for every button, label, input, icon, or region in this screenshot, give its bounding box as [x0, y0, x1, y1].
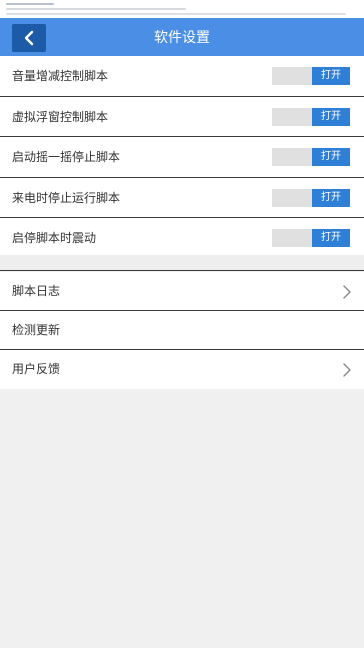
- setting-row-shake-stop: 启动摇一摇停止脚本 打开: [0, 137, 364, 178]
- toggle-switch[interactable]: 打开: [272, 188, 350, 207]
- chevron-right-icon: [343, 363, 351, 377]
- setting-label: 音量增减控制脚本: [12, 69, 109, 83]
- app-header: 软件设置: [0, 20, 364, 56]
- menu-item-script-log[interactable]: 脚本日志: [0, 272, 364, 311]
- setting-row-floating-window: 虚拟浮窗控制脚本 打开: [0, 97, 364, 138]
- setting-label: 启停脚本时震动: [12, 231, 97, 246]
- setting-row-vibrate: 启停脚本时震动 打开: [0, 218, 364, 259]
- page-title: 软件设置: [154, 30, 210, 46]
- menu-item-check-update[interactable]: 检测更新: [0, 311, 364, 350]
- toggle-on-label: 打开: [312, 148, 350, 167]
- status-bar-noise: [6, 13, 346, 15]
- menu-item-feedback[interactable]: 用户反馈: [0, 350, 364, 389]
- toggle-track: [272, 148, 312, 166]
- toggle-on-label: 打开: [312, 67, 350, 85]
- setting-label: 启动摇一摇停止脚本: [12, 150, 121, 165]
- back-button[interactable]: [12, 24, 46, 52]
- menu-item-label: 检测更新: [12, 323, 61, 337]
- chevron-left-icon: [24, 30, 34, 46]
- setting-label: 虚拟浮窗控制脚本: [12, 109, 109, 124]
- toggle-on-label: 打开: [312, 107, 350, 126]
- toggle-switch[interactable]: 打开: [272, 107, 350, 126]
- menu-item-label: 脚本日志: [12, 284, 61, 298]
- status-bar-noise: [6, 8, 186, 10]
- toggle-track: [272, 229, 312, 247]
- status-bar-noise: [6, 3, 54, 5]
- menu-item-label: 用户反馈: [12, 362, 61, 376]
- toggle-on-label: 打开: [312, 188, 350, 207]
- toggle-switch[interactable]: 打开: [272, 229, 350, 248]
- toggle-track: [272, 108, 312, 126]
- menu-list: 脚本日志 检测更新 用户反馈: [0, 272, 364, 389]
- toggle-on-label: 打开: [312, 229, 350, 248]
- status-bar: [0, 0, 364, 20]
- setting-row-incoming-call-stop: 来电时停止运行脚本 打开: [0, 178, 364, 219]
- empty-background: [0, 389, 364, 648]
- toggle-track: [272, 189, 312, 207]
- toggle-switch[interactable]: 打开: [272, 148, 350, 167]
- setting-row-volume-control: 音量增减控制脚本 打开: [0, 56, 364, 97]
- toggle-track: [272, 67, 312, 85]
- section-divider: [0, 255, 364, 271]
- toggle-switch[interactable]: 打开: [272, 67, 350, 85]
- chevron-right-icon: [343, 285, 351, 299]
- settings-toggle-list: 音量增减控制脚本 打开 虚拟浮窗控制脚本 打开 启动摇一摇停止脚本 打开 来电时…: [0, 56, 364, 259]
- setting-label: 来电时停止运行脚本: [12, 190, 121, 205]
